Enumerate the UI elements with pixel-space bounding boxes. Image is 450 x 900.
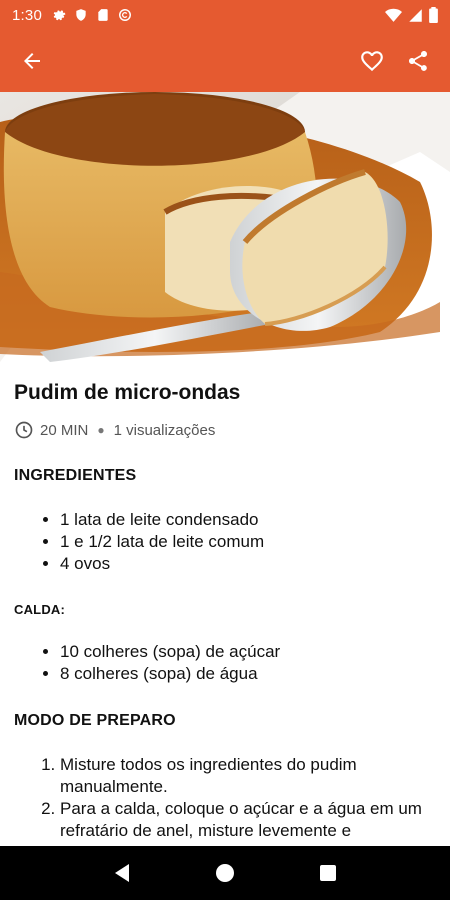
signal-icon	[409, 8, 422, 22]
back-button[interactable]	[12, 41, 52, 81]
shield-icon	[76, 9, 86, 21]
ingredients-heading: INGREDIENTES	[14, 467, 137, 484]
clock-icon	[15, 421, 33, 439]
home-circle-icon	[215, 864, 234, 882]
list-item: 4 ovos	[60, 553, 436, 575]
recipe-title: Pudim de micro-ondas	[14, 381, 241, 404]
status-time: 1:30	[12, 6, 42, 24]
heart-icon	[361, 51, 383, 72]
circle-c-icon	[119, 9, 131, 21]
meta-separator: ●	[97, 423, 105, 437]
list-item: 8 colheres (sopa) de água	[60, 663, 436, 685]
recipe-meta: 20 MIN ● 1 visualizações	[14, 420, 436, 440]
recipe-photo	[0, 92, 450, 362]
system-nav-bar	[0, 846, 450, 900]
gear-icon	[53, 10, 66, 21]
steps-list: Misture todos os ingredientes do pudim m…	[14, 754, 436, 842]
prep-heading: MODO DE PREPARO	[14, 712, 176, 729]
arrow-left-icon	[24, 53, 40, 69]
favorite-button[interactable]	[352, 41, 392, 81]
nav-recents-button[interactable]	[313, 858, 343, 888]
recipe-views: 1 visualizações	[113, 421, 216, 439]
list-item: Para a calda, coloque o açúcar e a água …	[60, 798, 436, 842]
calda-list: 10 colheres (sopa) de açúcar 8 colheres …	[14, 641, 436, 685]
list-item: 1 e 1/2 lata de leite comum	[60, 531, 436, 553]
share-button[interactable]	[398, 41, 438, 81]
nav-back-button[interactable]	[107, 858, 137, 888]
ingredients-list: 1 lata de leite condensado 1 e 1/2 lata …	[14, 509, 436, 575]
recipe-content: Pudim de micro-ondas 20 MIN ● 1 visualiz…	[0, 362, 450, 846]
calda-heading: CALDA:	[14, 602, 66, 617]
recipe-time: 20 MIN	[40, 421, 89, 439]
back-triangle-icon	[114, 864, 129, 882]
share-icon	[409, 51, 427, 71]
nav-home-button[interactable]	[210, 858, 240, 888]
list-item: Misture todos os ingredientes do pudim m…	[60, 754, 436, 798]
list-item: 10 colheres (sopa) de açúcar	[60, 641, 436, 663]
recents-square-icon	[320, 865, 337, 881]
list-item: 1 lata de leite condensado	[60, 509, 436, 531]
wifi-icon	[385, 8, 402, 22]
status-bar: 1:30	[0, 0, 450, 30]
app-bar	[0, 30, 450, 92]
sdcard-icon	[98, 9, 108, 21]
battery-icon	[429, 7, 438, 23]
